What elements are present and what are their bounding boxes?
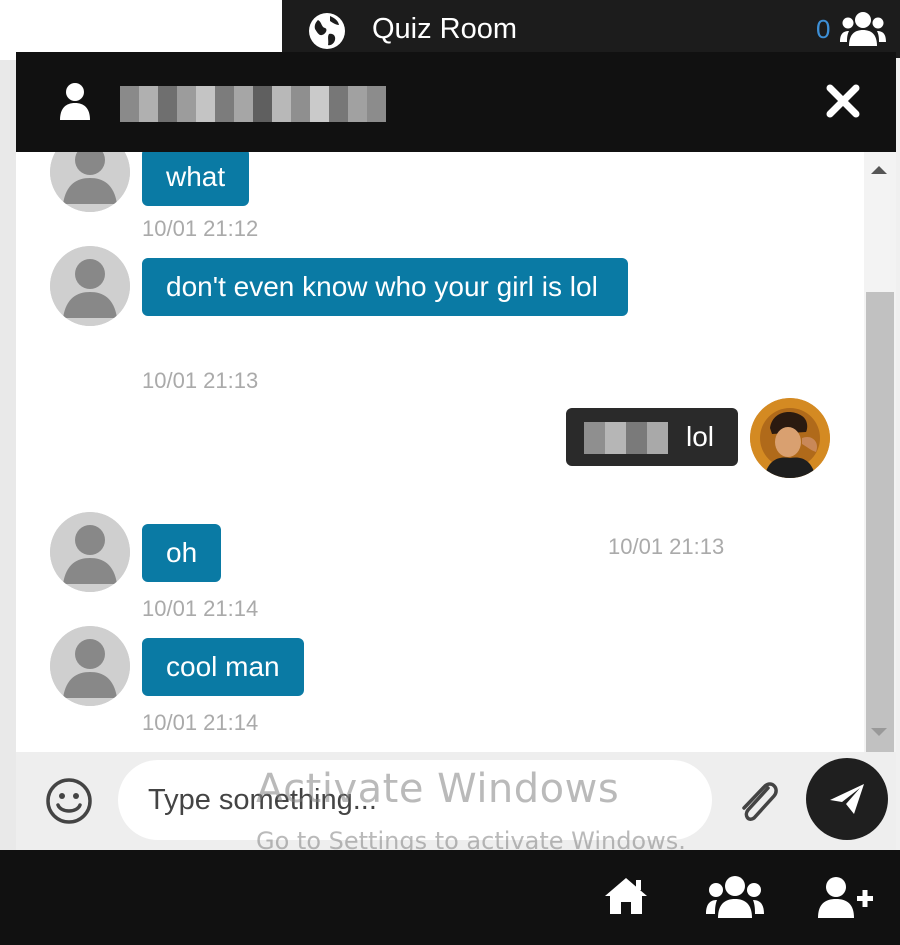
redacted-mention bbox=[584, 422, 668, 454]
message-bubble: what bbox=[142, 152, 250, 206]
windows-watermark-title: Activate Windows bbox=[256, 766, 620, 812]
my-message-text: lol bbox=[686, 421, 715, 452]
send-button[interactable] bbox=[806, 758, 888, 840]
scroll-up-arrow[interactable] bbox=[871, 166, 887, 174]
message-time: 10/01 21:14 bbox=[142, 596, 259, 621]
group-icon[interactable] bbox=[706, 874, 764, 920]
message-list[interactable]: what 10/01 21:12 don't even know who you… bbox=[16, 152, 864, 752]
users-icon[interactable] bbox=[840, 10, 886, 48]
bottom-nav bbox=[0, 850, 900, 945]
chat-window: what 10/01 21:12 don't even know who you… bbox=[16, 52, 896, 850]
globe-icon bbox=[309, 13, 345, 49]
room-header: Quiz Room 0 bbox=[282, 0, 900, 58]
my-message-bubble: lol bbox=[566, 408, 739, 466]
user-icon bbox=[60, 83, 90, 120]
home-icon[interactable] bbox=[603, 876, 649, 916]
background-strip bbox=[0, 60, 16, 860]
chat-header bbox=[16, 52, 896, 152]
contact-avatar bbox=[50, 246, 130, 326]
message-bubble: don't even know who your girl is lol bbox=[142, 258, 628, 316]
smiley-icon[interactable] bbox=[44, 776, 94, 826]
scroll-down-arrow[interactable] bbox=[871, 728, 887, 736]
paper-plane-icon bbox=[830, 784, 864, 814]
contact-name-redacted bbox=[120, 86, 386, 122]
message-time: 10/01 21:12 bbox=[142, 216, 259, 241]
add-user-icon[interactable] bbox=[818, 876, 874, 918]
scrollbar-thumb[interactable] bbox=[866, 292, 894, 752]
contact-avatar bbox=[50, 512, 130, 592]
contact-avatar bbox=[50, 152, 130, 212]
message-time: 10/01 21:13 bbox=[608, 534, 725, 559]
my-avatar bbox=[750, 398, 830, 478]
message-bubble: oh bbox=[142, 524, 222, 582]
paperclip-icon[interactable] bbox=[734, 774, 784, 830]
close-icon[interactable] bbox=[824, 82, 862, 120]
message-time: 10/01 21:13 bbox=[142, 368, 259, 393]
background-page bbox=[0, 0, 282, 60]
contact-avatar bbox=[50, 626, 130, 706]
message-bubble: cool man bbox=[142, 638, 304, 696]
online-count: 0 bbox=[816, 14, 831, 44]
room-title: Quiz Room bbox=[372, 13, 518, 45]
message-time: 10/01 21:14 bbox=[142, 710, 259, 735]
